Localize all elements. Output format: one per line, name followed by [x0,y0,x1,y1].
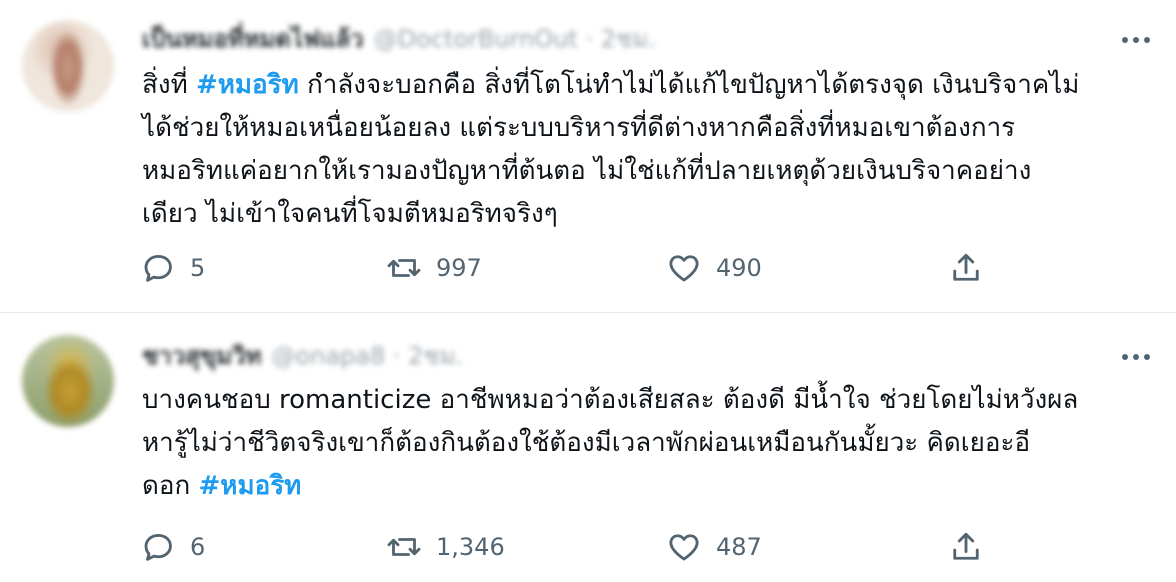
tweet-line: สิ่งที่ #หมอริท กำลังจะบอกคือ สิ่งที่โตโ… [142,70,1080,100]
tweet-actions: 5 997 490 [140,246,1000,290]
author-name[interactable]: เป็นหมอที่หมดไฟแล้ว [142,24,364,54]
like-count: 487 [716,533,762,561]
tweet-line: หมอริทแค่อยากให้เรามองปัญหาที่ต้นตอ ไม่ใ… [142,156,1032,186]
tweet-header: ชาวสุขุมวิท @onapa8 · 2ชม. [142,341,463,371]
tweet-line: ดอก #หมอริท [142,471,302,501]
reply-button[interactable]: 6 [140,525,205,569]
author-handle[interactable]: @onapa8 · 2ชม. [271,341,463,371]
share-icon [953,253,979,281]
hashtag-link[interactable]: #หมอริท [196,70,299,100]
retweet-button[interactable]: 1,346 [386,525,505,569]
tweet-text: บางคนชอบ romanticize อาชีพหมอว่าต้องเสีย… [142,379,1152,508]
reply-button[interactable]: 5 [140,246,205,290]
like-button[interactable]: 487 [666,525,762,569]
more-icon[interactable] [1122,28,1150,52]
tweet-header: เป็นหมอที่หมดไฟแล้ว @DoctorBurnOut · 2ชม… [142,24,656,54]
like-icon [669,255,699,282]
reply-count: 6 [190,533,206,561]
share-icon [953,532,979,560]
tweet[interactable]: ชาวสุขุมวิท @onapa8 · 2ชม. บางคนชอบ roma… [0,313,1176,582]
share-button[interactable] [948,525,984,569]
tweet-actions: 6 1,346 487 [140,525,1000,569]
reply-count: 5 [190,254,206,282]
tweet[interactable]: เป็นหมอที่หมดไฟแล้ว @DoctorBurnOut · 2ชม… [0,0,1176,312]
hashtag-link[interactable]: #หมอริท [199,471,302,501]
retweet-count: 997 [436,254,482,282]
avatar[interactable] [22,20,114,112]
tweet-line: ได้ช่วยให้หมอเหนื่อยน้อยลง แต่ระบบบริหาร… [142,113,1016,143]
tweet-line: หารู้ไม่ว่าชีวิตจริงเขาก็ต้องกินต้องใช้ต… [142,428,1031,458]
more-icon[interactable] [1122,345,1150,369]
share-button[interactable] [948,246,984,290]
author-name[interactable]: ชาวสุขุมวิท [142,341,261,371]
like-icon [669,534,699,561]
retweet-count: 1,346 [436,533,505,561]
reply-icon [144,534,172,561]
author-handle[interactable]: @DoctorBurnOut · 2ชม. [374,24,656,54]
avatar[interactable] [22,335,114,427]
tweet-text: สิ่งที่ #หมอริท กำลังจะบอกคือ สิ่งที่โตโ… [142,64,1152,236]
like-count: 490 [716,254,762,282]
tweet-feed: เป็นหมอที่หมดไฟแล้ว @DoctorBurnOut · 2ชม… [0,0,1176,582]
retweet-button[interactable]: 997 [386,246,482,290]
like-button[interactable]: 490 [666,246,762,290]
reply-icon [144,255,172,282]
tweet-line: บางคนชอบ romanticize อาชีพหมอว่าต้องเสีย… [142,385,1079,415]
retweet-icon [387,259,421,277]
retweet-icon [387,538,421,556]
tweet-line: เดียว ไม่เข้าใจคนที่โจมตีหมอริทจริงๆ [142,199,558,229]
